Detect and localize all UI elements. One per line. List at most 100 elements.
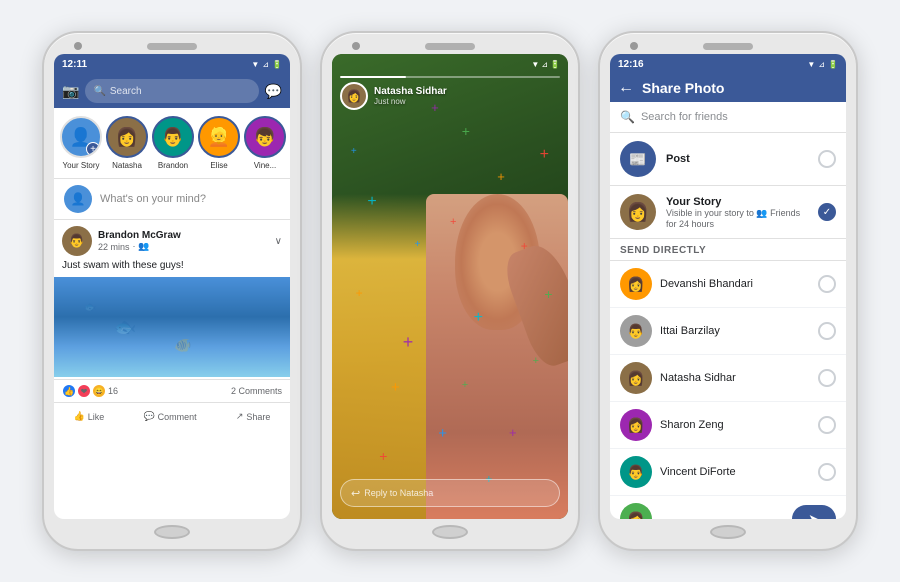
share-signal-icon: ⊿ <box>818 60 825 69</box>
phone-screen-2: ++++++++++++++++++++ ▼ ⊿ 🔋 👩 Natasha Sid… <box>332 54 568 519</box>
post-time-suffix: · 👥 <box>133 241 150 252</box>
share-option-post[interactable]: 📰 Post <box>610 133 846 186</box>
sharon-radio[interactable] <box>818 416 836 434</box>
status-time-3: 12:16 <box>618 59 644 70</box>
story-item-yours[interactable]: 👤 + Your Story <box>60 116 102 170</box>
status-avatar: 👤 <box>64 185 92 213</box>
vincent-radio[interactable] <box>818 463 836 481</box>
story-user-info: Natasha Sidhar Just now <box>374 86 560 106</box>
natasha-avatar: 👩 <box>620 362 652 394</box>
plus-star: + <box>351 147 357 157</box>
fish-icon-3: 🐟 <box>84 302 96 313</box>
vincent-avatar: 👨 <box>620 456 652 488</box>
reaction-count: 16 <box>108 386 118 396</box>
friend-item-natasha[interactable]: 👩 Natasha Sidhar <box>610 355 846 402</box>
plus-star: + <box>450 217 456 228</box>
natasha-name: Natasha Sidhar <box>660 372 810 384</box>
natasha-radio[interactable] <box>818 369 836 387</box>
person-left <box>332 194 438 520</box>
heart-icon: ❤ <box>77 384 91 398</box>
phone-3: 12:16 ▼ ⊿ 🔋 ← Share Photo 🔍 Search for f… <box>598 31 858 551</box>
friend-item-devanshi[interactable]: 👩 Devanshi Bhandari <box>610 261 846 308</box>
phone-screen-1: 12:11 ▼ ⊿ 🔋 📷 🔍 Search 💬 👤 + You <box>54 54 290 519</box>
like-button[interactable]: 👍 Like <box>66 407 113 426</box>
comment-button[interactable]: 💬 Comment <box>135 407 204 426</box>
phone-home-button-2[interactable] <box>432 525 468 539</box>
story-plus-icon: + <box>86 142 100 156</box>
share-button[interactable]: ↗ Share <box>228 407 279 426</box>
plus-star: + <box>415 240 421 250</box>
story-item-elise[interactable]: 👱 Elise <box>198 116 240 170</box>
post-chevron-icon[interactable]: ∨ <box>275 236 282 247</box>
plus-star: + <box>356 287 363 299</box>
story-header: 👩 Natasha Sidhar Just now <box>340 82 560 110</box>
friend-item-vincent[interactable]: 👨 Vincent DiForte <box>610 449 846 496</box>
share-title: Share Photo <box>642 80 838 96</box>
status-input[interactable]: 👤 What's on your mind? <box>54 178 290 220</box>
post-action-buttons: 👍 Like 💬 Comment ↗ Share <box>54 402 290 430</box>
vine-story-img: 👦 <box>246 118 284 156</box>
friend-item-sharon[interactable]: 👩 Sharon Zeng <box>610 402 846 449</box>
reply-input[interactable]: ↩ Reply to Natasha <box>340 479 560 507</box>
status-time-1: 12:11 <box>62 59 87 70</box>
devanshi-radio[interactable] <box>818 275 836 293</box>
brandon-story-img: 👨 <box>154 118 192 156</box>
status-bar-1: 12:11 ▼ ⊿ 🔋 <box>54 54 290 74</box>
share-search[interactable]: 🔍 Search for friends <box>610 102 846 133</box>
plus-star: + <box>474 310 483 326</box>
story-status-bar: ▼ ⊿ 🔋 <box>332 54 568 74</box>
camera-icon[interactable]: 📷 <box>62 83 79 100</box>
messenger-icon[interactable]: 💬 <box>265 83 282 100</box>
ittai-radio[interactable] <box>818 322 836 340</box>
plus-star: + <box>367 194 376 210</box>
person-right <box>426 194 568 520</box>
phone-top-1 <box>50 43 294 50</box>
post-actions: 👍 ❤ 😄 16 2 Comments <box>54 379 290 402</box>
your-story-avatar: 👤 + <box>60 116 102 158</box>
share-header: ← Share Photo <box>610 74 846 102</box>
phone-2: ++++++++++++++++++++ ▼ ⊿ 🔋 👩 Natasha Sid… <box>320 31 580 551</box>
devanshi-name: Devanshi Bhandari <box>660 278 810 290</box>
status-icons-3: ▼ ⊿ 🔋 <box>807 60 838 69</box>
story-option-info: Your Story Visible in your story to 👥 Fr… <box>666 196 808 229</box>
your-story-share-avatar: 👩 <box>620 194 656 230</box>
fish-icon-2: 🐠 <box>174 337 191 354</box>
share-wifi-icon: ▼ <box>807 60 815 69</box>
phone-home-button-3[interactable] <box>710 525 746 539</box>
reply-placeholder: Reply to Natasha <box>364 488 433 498</box>
share-option-story[interactable]: 👩 Your Story Visible in your story to 👥 … <box>610 186 846 239</box>
elise-story-img: 👱 <box>200 118 238 156</box>
story-radio[interactable] <box>818 203 836 221</box>
news-feed-icon: 📰 <box>620 141 656 177</box>
your-story-option-label: Your Story <box>666 196 808 208</box>
signal-icon: ⊿ <box>262 60 269 69</box>
plus-star: + <box>379 449 387 463</box>
reply-arrow-icon: ↩ <box>351 487 360 500</box>
your-story-sublabel: Visible in your story to 👥 Friends for 2… <box>666 208 808 229</box>
plus-star: + <box>462 380 468 391</box>
plus-star: + <box>462 124 470 138</box>
plus-star: + <box>403 333 414 351</box>
send-button[interactable]: ➤ <box>792 505 836 519</box>
search-icon: 🔍 <box>93 86 105 97</box>
natasha-story-img: 👩 <box>108 118 146 156</box>
ittai-avatar: 👨 <box>620 315 652 347</box>
plus-star: + <box>509 426 517 439</box>
send-directly-label: Send Directly <box>610 239 846 261</box>
story-item-natasha[interactable]: 👩 Natasha <box>106 116 148 170</box>
post-radio[interactable] <box>818 150 836 168</box>
story-view: ++++++++++++++++++++ ▼ ⊿ 🔋 👩 Natasha Sid… <box>332 54 568 519</box>
story-item-vine[interactable]: 👦 Vine... <box>244 116 286 170</box>
back-button[interactable]: ← <box>618 79 634 97</box>
friend-item-ittai[interactable]: 👨 Ittai Barzilay <box>610 308 846 355</box>
fish-icon-1: 🐟 <box>114 317 136 338</box>
post-option-label: Post <box>666 153 808 165</box>
plus-star: + <box>521 240 528 252</box>
plus-star: + <box>540 147 549 163</box>
story-item-brandon[interactable]: 👨 Brandon <box>152 116 194 170</box>
status-placeholder: What's on your mind? <box>100 193 206 205</box>
post-reactions: 👍 ❤ 😄 16 <box>62 384 118 398</box>
search-bar[interactable]: 🔍 Search <box>85 79 258 103</box>
friend-item-extra[interactable]: 👩 ➤ <box>610 496 846 519</box>
phone-home-button-1[interactable] <box>154 525 190 539</box>
